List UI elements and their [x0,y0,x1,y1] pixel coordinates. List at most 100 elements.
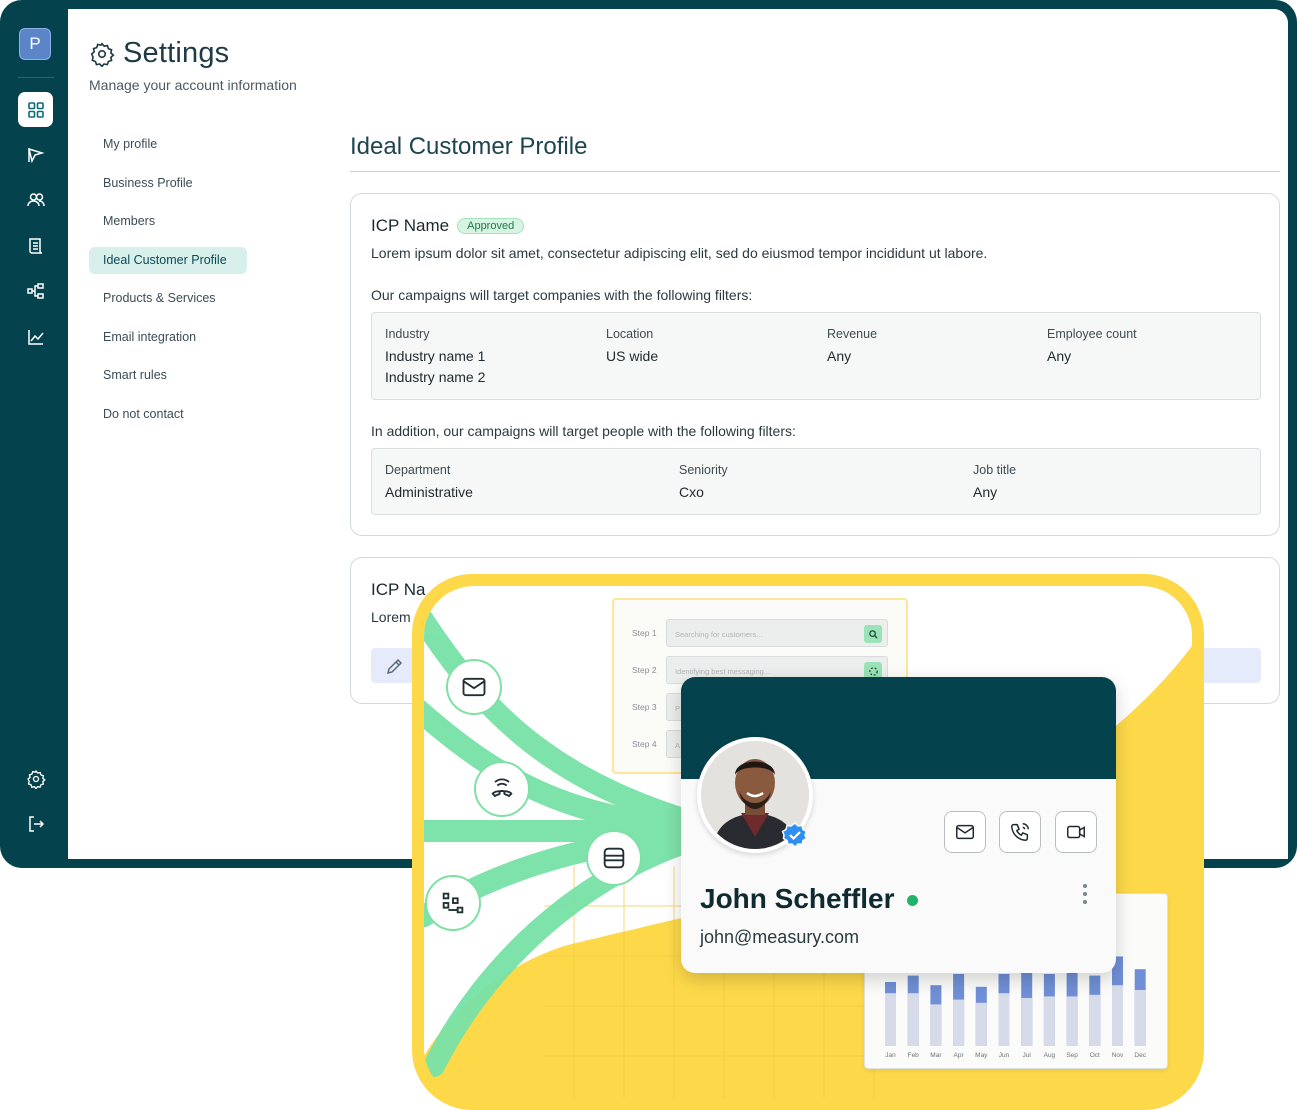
status-badge: Approved [457,218,525,234]
verified-badge-icon [781,822,808,849]
analytics-icon[interactable] [18,319,53,354]
chart-tick-label: Apr [954,1052,965,1059]
filter-department: Department Administrative [385,463,473,503]
section-divider [350,171,1280,172]
icp-card: ICP Name Approved Lorem ipsum dolor sit … [350,193,1280,536]
chart-bar-bottom [885,993,896,1046]
chart-bar-bottom [1112,985,1123,1046]
icp-description: Lorem ipsum dolor sit amet, consectetur … [371,245,988,261]
settings-nav-members[interactable]: Members [89,208,249,235]
chart-tick-label: Aug [1044,1052,1056,1059]
settings-icon[interactable] [18,761,53,796]
step-text: A [675,741,681,750]
chart-bar-bottom [998,993,1010,1046]
filter-label: Employee count [1047,327,1137,341]
settings-nav-email-integration[interactable]: Email integration [89,324,249,351]
scroll-icon[interactable] [18,228,53,263]
page-title: Settings [123,37,230,69]
filter-value: Any [1047,348,1072,364]
mail-icon [956,824,974,840]
section-title: Ideal Customer Profile [350,133,588,160]
chart-tick-label: Jul [1023,1052,1032,1059]
people-filters-caption: In addition, our campaigns will target p… [371,423,796,439]
chart-tick-label: Oct [1090,1052,1100,1059]
settings-nav-business-profile[interactable]: Business Profile [89,170,249,197]
settings-nav-ideal-customer-profile[interactable]: Ideal Customer Profile [89,246,247,274]
filter-label: Location [606,327,654,341]
company-filters-caption: Our campaigns will target companies with… [371,287,753,303]
step-label: Step 3 [632,702,657,712]
filter-industry: Industry Industry name 1 Industry name 2 [385,327,485,388]
icp-name: ICP Na [371,580,426,599]
profile-name: John Scheffler [700,883,895,914]
filter-value: Any [973,484,998,500]
filter-label: Seniority [679,463,728,477]
gear-icon [90,41,115,67]
filter-label: Industry [385,327,430,341]
filter-job-title: Job title Any [973,463,1016,503]
step-text: Searching for customers... [675,630,763,639]
filter-value: Industry name 1 [385,348,486,364]
step-label: Step 2 [632,665,657,675]
chart-bar-bottom [907,993,919,1046]
page-subtitle: Manage your account information [89,77,297,93]
settings-nav-products-services[interactable]: Products & Services [89,285,249,312]
chart-tick-label: Jan [885,1052,896,1059]
filter-label: Job title [973,463,1017,477]
chart-tick-label: May [975,1052,988,1059]
video-call-button[interactable] [1055,811,1097,853]
chart-tick-label: Jun [999,1052,1010,1059]
people-filters-box: Department Administrative Seniority Cxo … [371,448,1261,515]
filter-value: Any [827,348,852,364]
logout-icon[interactable] [18,806,53,841]
page-header: Settings [89,37,229,70]
chart-bar-bottom [930,1004,942,1046]
filter-value: US wide [606,348,659,364]
sidebar: P [0,0,68,868]
company-filters-box: Industry Industry name 1 Industry name 2… [371,312,1261,400]
settings-nav: My profile Business Profile Members Idea… [89,131,249,439]
filter-revenue: Revenue Any [827,327,877,367]
pencil-icon[interactable] [385,656,405,676]
people-icon[interactable] [18,182,53,217]
filter-seniority: Seniority Cxo [679,463,728,503]
chart-bar-bottom [1043,996,1055,1046]
settings-nav-my-profile[interactable]: My profile [89,131,249,158]
chart-bar-bottom [1089,994,1101,1046]
filter-value: Administrative [385,484,473,500]
step-label: Step 4 [632,739,657,749]
dashboard-icon[interactable] [18,92,53,127]
step-label: Step 1 [632,628,657,638]
filter-label: Department [385,463,451,477]
icp-description: Lorem [371,609,411,625]
settings-nav-smart-rules[interactable]: Smart rules [89,362,249,389]
icp-header: ICP Name Approved [371,216,525,236]
chart-tick-label: Sep [1066,1052,1078,1059]
avatar[interactable]: P [19,28,51,60]
step-text: P [675,704,681,713]
profile-email: john@measury.com [700,927,859,947]
step-text: Identifying best messaging... [675,667,771,676]
filter-value: Cxo [679,484,704,500]
filter-employee-count: Employee count Any [1047,327,1137,367]
step-row: Step 1 Searching for customers... [614,619,910,649]
chart-tick-label: Nov [1112,1052,1124,1059]
video-icon [1067,825,1085,839]
search-icon [864,625,882,643]
chart-bar-bottom [1021,998,1033,1046]
icp-header: ICP Na [371,580,426,600]
phone-icon [1011,823,1029,841]
more-options-icon[interactable] [1081,883,1089,905]
call-button[interactable] [999,811,1041,853]
workflow-icon[interactable] [18,273,53,308]
campaign-icon[interactable] [18,137,53,172]
email-button[interactable] [944,811,986,853]
chart-bar-bottom [1066,996,1078,1046]
chart-bar-bottom [1134,990,1146,1046]
workflow-channel-icon [425,875,481,931]
icp-name: ICP Name [371,216,450,235]
chart-bar-bottom [953,999,965,1046]
online-status-dot [907,895,918,906]
chart-tick-label: Feb [908,1052,920,1059]
settings-nav-do-not-contact[interactable]: Do not contact [89,401,249,428]
